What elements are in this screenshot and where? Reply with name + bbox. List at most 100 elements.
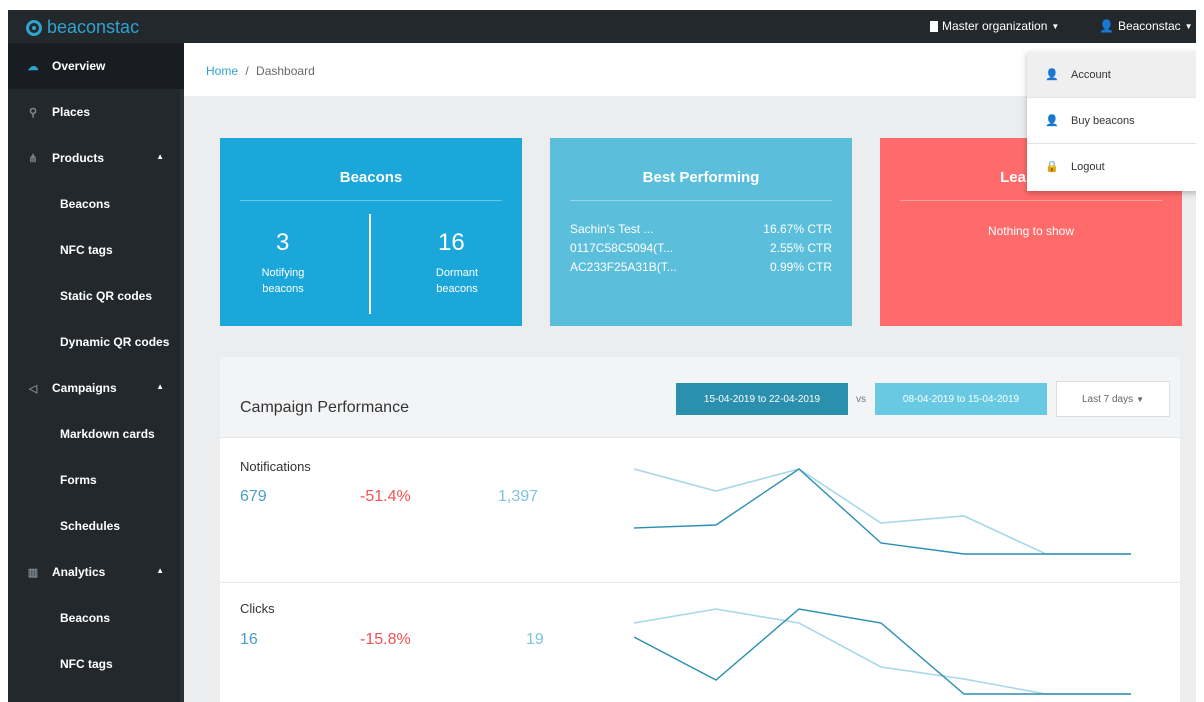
notifying-label-line1: Notifying: [261, 267, 305, 279]
ctr-value: 2.55% CTR: [769, 241, 832, 255]
dormant-label-line2: beacons: [436, 283, 478, 295]
app-window: beaconstac Master organization ▼ 👤 Beaco…: [8, 10, 1196, 702]
metric-previous-value: 19: [526, 631, 544, 648]
period-select[interactable]: Last 7 days ▼: [1056, 381, 1170, 417]
brand-logo[interactable]: beaconstac: [26, 17, 139, 38]
caret-down-icon: ▼: [1051, 21, 1060, 31]
lock-icon: 🔒: [1045, 161, 1059, 173]
row-divider: [220, 582, 1180, 583]
sidebar-subitem-analytics-nfc-tags[interactable]: NFC tags: [8, 641, 184, 687]
metric-previous-value: 1,397: [498, 488, 539, 505]
user-label: Beaconstac: [1117, 19, 1181, 33]
user-icon: 👤: [1045, 115, 1059, 127]
menu-item-label: Logout: [1071, 160, 1105, 173]
sidebar-item-label: Forms: [60, 473, 97, 487]
sidebar-item-label: Schedules: [60, 519, 121, 533]
campaign-performance-panel: Campaign Performance 15-04-2019 to 22-04…: [220, 357, 1180, 702]
notifying-count: 3: [276, 229, 290, 256]
metric-change: -15.8%: [360, 631, 411, 648]
logo-icon: [26, 19, 42, 36]
beacon-name: Sachin's Test ...: [570, 222, 654, 236]
top-bar: beaconstac Master organization ▼ 👤 Beaco…: [8, 10, 1196, 43]
menu-item-buy-beacons[interactable]: 👤 Buy beacons: [1027, 98, 1196, 143]
previous-date-range-button[interactable]: 08-04-2019 to 15-04-2019: [875, 383, 1047, 415]
panel-header: Campaign Performance 15-04-2019 to 22-04…: [220, 357, 1180, 438]
cloud-icon: ☁: [27, 60, 39, 73]
period-select-label: Last 7 days: [1081, 393, 1134, 405]
chevron-up-icon: ▲: [156, 382, 164, 391]
card-vertical-divider: [369, 214, 371, 314]
dormant-label: Dormant beacons: [422, 265, 492, 297]
sidebar-subitem-nfc-tags[interactable]: NFC tags: [8, 227, 184, 273]
dormant-count: 16: [438, 229, 465, 256]
chevron-up-icon: ▲: [156, 566, 164, 575]
beacons-card: Beacons 3 Notifying beacons 16 Dormant b…: [220, 138, 522, 326]
notifications-sparkline: [634, 468, 1131, 555]
sidebar-item-label: Static QR codes: [60, 289, 153, 303]
metric-label: Clicks: [240, 601, 275, 616]
breadcrumb-current: Dashboard: [256, 64, 315, 78]
metric-current-value: 16: [240, 631, 258, 648]
megaphone-icon: ◁: [28, 382, 38, 395]
sidebar-item-label: Places: [52, 105, 91, 119]
notifying-label: Notifying beacons: [248, 265, 318, 297]
sidebar-item-label: Overview: [52, 59, 106, 73]
previous-period-line: [634, 468, 1131, 555]
breadcrumb-separator: /: [245, 64, 249, 78]
caret-down-icon: ▼: [1184, 21, 1193, 31]
sidebar-subitem-markdown-cards[interactable]: Markdown cards: [8, 411, 184, 457]
sidebar-item-label: NFC tags: [60, 243, 113, 257]
user-icon: 👤: [1045, 69, 1059, 81]
sidebar-subitem-static-qr[interactable]: Static QR codes: [8, 273, 184, 319]
sidebar-subitem-dynamic-qr[interactable]: Dynamic QR codes: [8, 319, 184, 365]
sidebar-item-label: Beacons: [60, 611, 111, 625]
sidebar-item-products[interactable]: ⋔ Products ▲: [8, 135, 184, 181]
sidebar: ☁ Overview ⚲ Places ⋔ Products ▲ Beacons…: [8, 43, 184, 702]
sidebar-item-label: Analytics: [52, 565, 106, 579]
beacon-name: AC233F25A31B(T...: [570, 260, 677, 274]
current-date-range-button[interactable]: 15-04-2019 to 22-04-2019: [676, 383, 848, 415]
menu-item-label: Buy beacons: [1071, 114, 1135, 127]
clicks-sparkline: [634, 608, 1131, 695]
card-title: Beacons: [339, 169, 403, 186]
card-divider: [570, 200, 832, 201]
panel-title: Campaign Performance: [240, 399, 409, 416]
sidebar-item-label: Beacons: [60, 197, 111, 211]
sidebar-subitem-beacons[interactable]: Beacons: [8, 181, 184, 227]
previous-period-line: [634, 608, 1131, 695]
sidebar-item-label: Dynamic QR codes: [60, 335, 170, 349]
breadcrumb-home-link[interactable]: Home: [206, 64, 238, 78]
best-performing-card: Best Performing Sachin's Test ... 16.67%…: [550, 138, 852, 326]
best-performing-row[interactable]: AC233F25A31B(T... 0.99% CTR: [570, 260, 832, 274]
organization-dropdown[interactable]: Master organization ▼: [930, 19, 1059, 33]
vs-label: vs: [856, 394, 866, 405]
sidebar-subitem-analytics-beacons[interactable]: Beacons: [8, 595, 184, 641]
card-divider: [240, 200, 502, 201]
building-icon: [930, 20, 938, 32]
sidebar-item-label: Campaigns: [52, 381, 117, 395]
user-icon: 👤: [1099, 19, 1114, 33]
beacon-name: 0117C58C5094(T...: [570, 241, 674, 255]
ctr-value: 0.99% CTR: [769, 260, 832, 274]
sidebar-item-label: Markdown cards: [60, 427, 155, 441]
card-divider: [900, 200, 1162, 201]
user-dropdown[interactable]: 👤 Beaconstac ▼: [1099, 19, 1193, 33]
sidebar-item-overview[interactable]: ☁ Overview: [8, 43, 184, 89]
metric-current-value: 679: [240, 488, 267, 505]
sidebar-item-label: NFC tags: [60, 657, 113, 671]
sitemap-icon: ⋔: [28, 152, 38, 165]
sidebar-subitem-forms[interactable]: Forms: [8, 457, 184, 503]
best-performing-row[interactable]: Sachin's Test ... 16.67% CTR: [570, 222, 832, 236]
menu-item-logout[interactable]: 🔒 Logout: [1027, 144, 1196, 189]
dormant-label-line1: Dormant: [435, 267, 479, 279]
metric-change: -51.4%: [360, 488, 411, 505]
logo-text: beaconstac: [47, 17, 140, 37]
sidebar-item-campaigns[interactable]: ◁ Campaigns ▲: [8, 365, 184, 411]
best-performing-row[interactable]: 0117C58C5094(T... 2.55% CTR: [570, 241, 832, 255]
menu-item-account[interactable]: 👤 Account: [1027, 52, 1196, 97]
metric-label: Notifications: [240, 459, 311, 474]
sidebar-subitem-schedules[interactable]: Schedules: [8, 503, 184, 549]
sidebar-item-places[interactable]: ⚲ Places: [8, 89, 184, 135]
notifying-label-line2: beacons: [262, 283, 304, 295]
sidebar-item-analytics[interactable]: ▥ Analytics ▲: [8, 549, 184, 595]
